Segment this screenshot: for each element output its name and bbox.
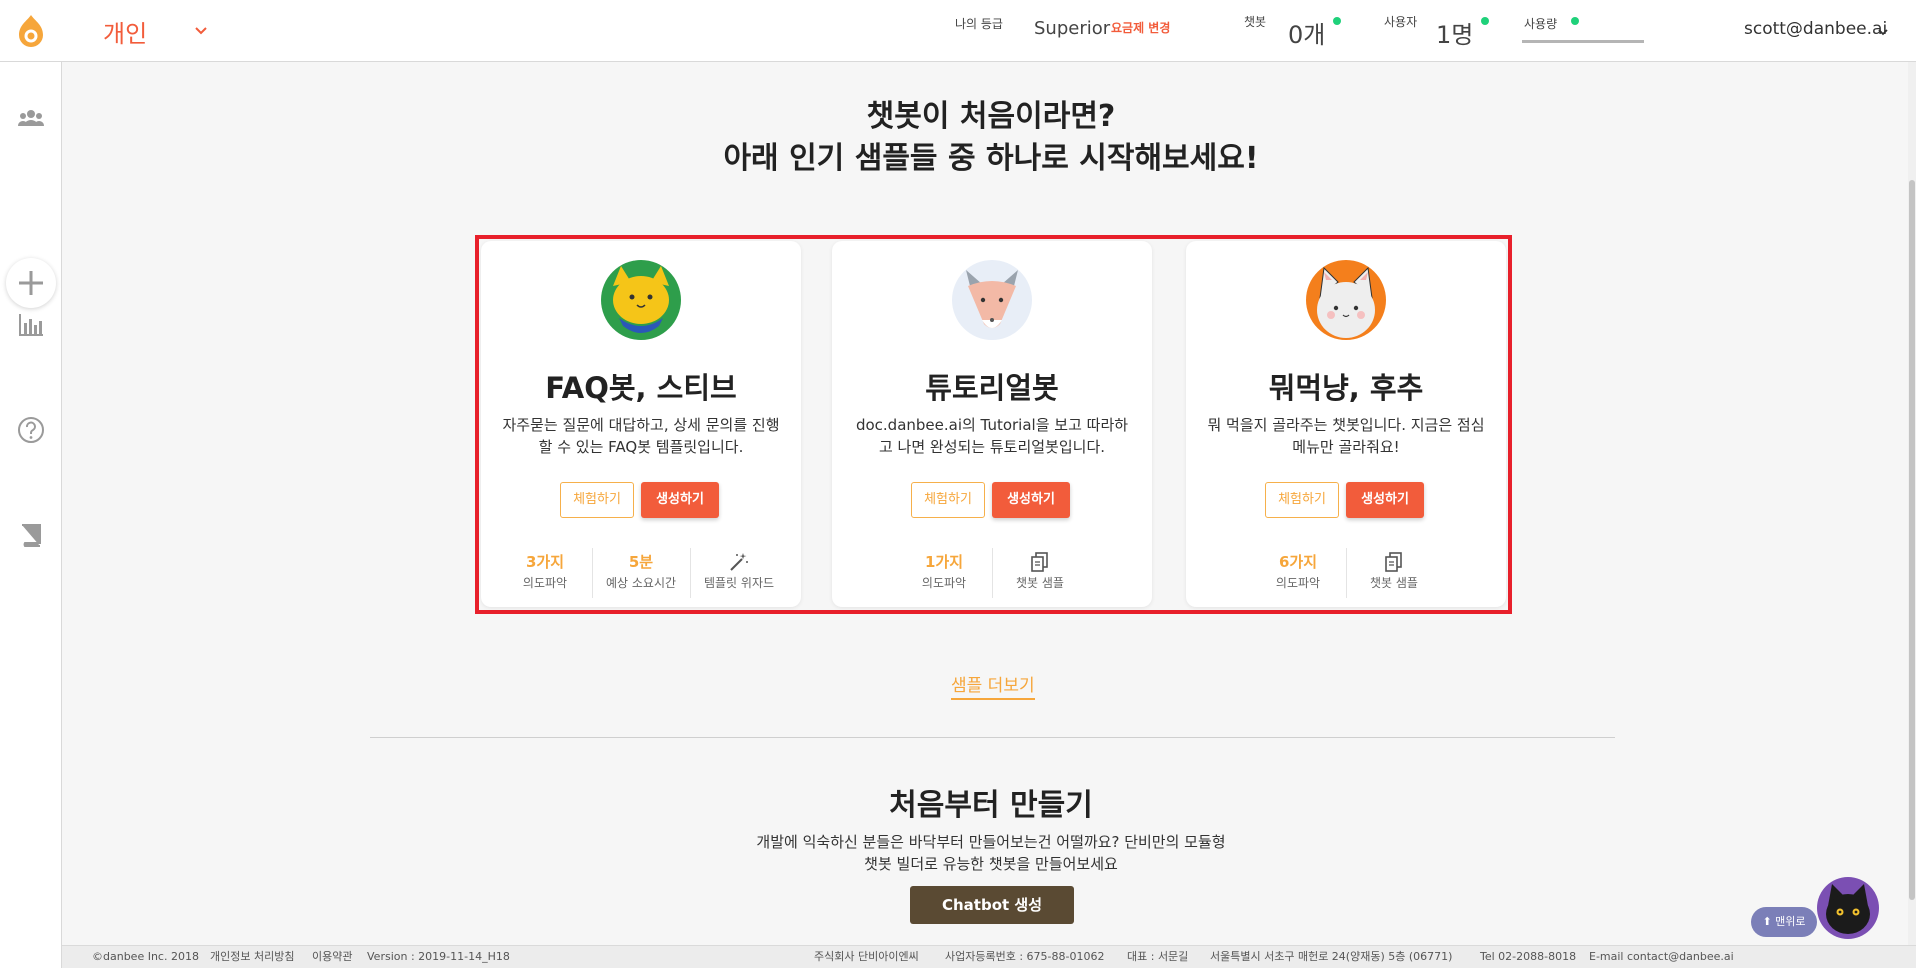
stat-value: 5분 <box>628 553 654 571</box>
users-count: 1명 <box>1436 21 1474 49</box>
black-cat-chat-icon[interactable] <box>1816 876 1880 940</box>
usage-bar <box>1522 40 1644 43</box>
stat-intents: 1가지 의도파악 <box>896 551 992 595</box>
magic-wand-icon <box>730 553 748 571</box>
scrollbar-thumb[interactable] <box>1909 180 1915 900</box>
stat-label: 의도파악 <box>921 576 967 590</box>
people-icon[interactable] <box>16 103 46 133</box>
footer-tel: Tel 02-2088-8018 <box>1480 950 1577 963</box>
chatbot-count-label: 챗봇 <box>1244 15 1267 29</box>
sample-card-faq: FAQ봇, 스티브 자주묻는 질문에 대답하고, 상세 문의를 진행할 수 있는… <box>481 241 801 607</box>
create-chatbot-button[interactable]: Chatbot 생성 <box>910 886 1074 924</box>
card-description: 뭐 먹을지 골라주는 챗봇입니다. 지금은 점심메뉴만 골라줘요! <box>1207 416 1485 456</box>
stat-chatbot-sample: 챗봇 샘플 <box>992 551 1088 595</box>
stat-intents: 3가지 의도파악 <box>497 551 593 595</box>
chatbot-status-dot <box>1333 17 1341 25</box>
create-button[interactable]: 생성하기 <box>992 482 1070 518</box>
chevron-down-icon[interactable] <box>1876 25 1890 39</box>
users-status-dot <box>1481 17 1489 25</box>
try-button[interactable]: 체험하기 <box>560 482 634 518</box>
hero-title-line1: 챗봇이 처음이라면? <box>866 99 1116 134</box>
usage-label: 사용량 <box>1524 17 1558 31</box>
stat-label: 의도파악 <box>1275 576 1321 590</box>
yellow-cat-avatar <box>601 260 681 340</box>
footer-ceo: 대표 : 서문길 <box>1127 950 1189 963</box>
document-copy-icon <box>1031 552 1048 572</box>
document-copy-icon <box>1385 552 1402 572</box>
white-cat-avatar <box>1306 260 1386 340</box>
danbee-logo-icon[interactable] <box>16 14 46 48</box>
footer-company: 주식회사 단비아이엔씨 <box>814 950 919 963</box>
book-icon[interactable] <box>16 520 46 550</box>
more-samples-link[interactable]: 샘플 더보기 <box>951 671 1035 700</box>
add-chatbot-button[interactable] <box>6 258 56 308</box>
stat-label: 챗봇 샘플 <box>1370 576 1418 590</box>
chatbot-count: 0개 <box>1288 21 1326 49</box>
bar-chart-icon[interactable] <box>16 309 46 339</box>
stat-label: 의도파악 <box>522 576 568 590</box>
try-button[interactable]: 체험하기 <box>911 482 985 518</box>
grade-value: Superior <box>1034 18 1111 39</box>
scratch-description-line2: 챗봇 빌더로 유능한 챗봇을 만들어보세요 <box>864 855 1118 873</box>
plan-change-link[interactable]: 요금제 변경 <box>1111 19 1170 36</box>
scratch-description-line1: 개발에 익숙하신 분들은 바닥부터 만들어보는건 어떨까요? 단비만의 모듈형 <box>756 833 1226 851</box>
stat-value: 3가지 <box>525 553 565 571</box>
stat-intents: 6가지 의도파악 <box>1250 551 1346 595</box>
users-label: 사용자 <box>1384 15 1418 29</box>
stat-chatbot-sample: 챗봇 샘플 <box>1346 551 1442 595</box>
stat-label: 챗봇 샘플 <box>1016 576 1064 590</box>
card-title: FAQ봇, 스티브 <box>545 371 737 405</box>
create-button[interactable]: 생성하기 <box>641 482 719 518</box>
footer-email: E-mail contact@danbee.ai <box>1589 950 1734 963</box>
plus-icon <box>19 271 43 295</box>
footer-privacy-link[interactable]: 개인정보 처리방침 <box>210 946 294 968</box>
footer-copyright: ©danbee Inc. 2018 <box>92 950 199 963</box>
grade-label: 나의 등급 <box>955 17 1003 31</box>
scratch-title: 처음부터 만들기 <box>889 788 1093 823</box>
footer-terms-link[interactable]: 이용약관 <box>312 946 352 968</box>
help-icon[interactable] <box>16 415 46 445</box>
create-button[interactable]: 생성하기 <box>1346 482 1424 518</box>
scroll-top-button[interactable]: ⬆ 맨위로 <box>1751 907 1817 937</box>
hero-title: 챗봇이 처음이라면? 아래 인기 샘플들 중 하나로 시작해보세요! <box>600 96 1382 180</box>
workspace-selector-label[interactable]: 개인 <box>103 14 147 49</box>
chevron-down-icon[interactable] <box>193 22 209 38</box>
card-title: 튜토리얼봇 <box>925 371 1059 405</box>
sample-card-food: 뭐먹냥, 후추 뭐 먹을지 골라주는 챗봇입니다. 지금은 점심메뉴만 골라줘요… <box>1186 241 1506 607</box>
account-email[interactable]: scott@danbee.ai <box>1744 19 1887 39</box>
card-description: doc.danbee.ai의 Tutorial을 보고 따라하고 나면 완성되는… <box>855 416 1129 456</box>
stat-duration: 5분 예상 소요시간 <box>593 551 689 595</box>
section-divider <box>370 737 1615 738</box>
stat-value: 6가지 <box>1278 553 1318 571</box>
card-title: 뭐먹냥, 후추 <box>1268 371 1424 405</box>
sample-card-tutorial: 튜토리얼봇 doc.danbee.ai의 Tutorial을 보고 따라하고 나… <box>832 241 1152 607</box>
left-sidebar <box>0 62 62 968</box>
footer-address: 서울특별시 서초구 매헌로 24(양재동) 5층 (06771) <box>1210 950 1453 963</box>
hero-title-line2: 아래 인기 샘플들 중 하나로 시작해보세요! <box>723 141 1259 176</box>
scratch-description: 개발에 익숙하신 분들은 바닥부터 만들어보는건 어떨까요? 단비만의 모듈형 … <box>690 831 1292 875</box>
stat-value: 1가지 <box>924 553 964 571</box>
try-button[interactable]: 체험하기 <box>1265 482 1339 518</box>
stat-label: 예상 소요시간 <box>605 576 677 590</box>
stat-template-wizard: 템플릿 위자드 <box>691 551 787 595</box>
footer: ©danbee Inc. 2018 개인정보 처리방침 이용약관 Version… <box>62 945 1916 968</box>
footer-biz-no: 사업자등록번호 : 675-88-01062 <box>945 950 1105 963</box>
usage-status-dot <box>1571 17 1579 25</box>
top-header: 개인 나의 등급 Superior 요금제 변경 챗봇 0개 사용자 1명 사용… <box>0 0 1916 62</box>
stat-label: 템플릿 위자드 <box>703 576 775 590</box>
fox-avatar <box>952 260 1032 340</box>
footer-version: Version : 2019-11-14_H18 <box>367 950 510 963</box>
card-description: 자주묻는 질문에 대답하고, 상세 문의를 진행할 수 있는 FAQ봇 템플릿입… <box>502 416 780 456</box>
